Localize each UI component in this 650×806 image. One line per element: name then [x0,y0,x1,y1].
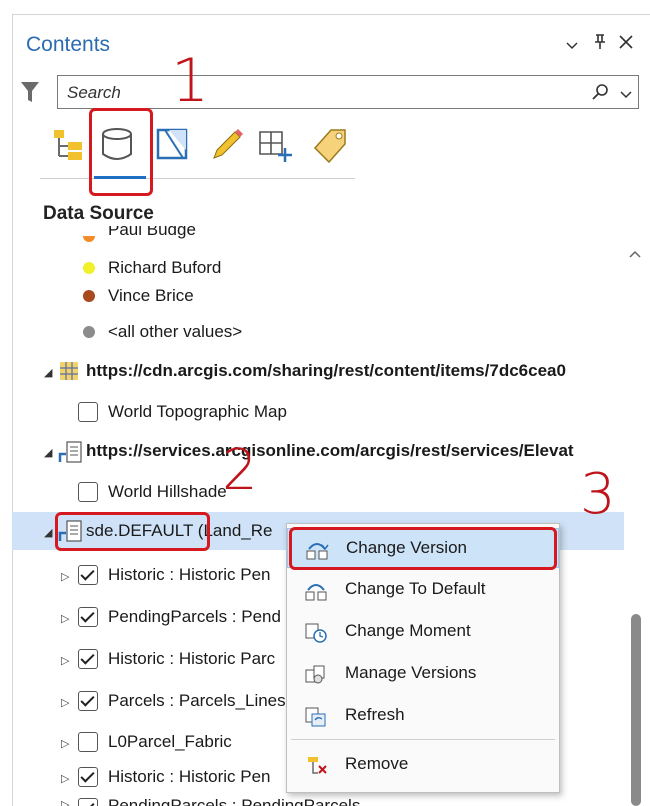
collapse-triangle-icon[interactable]: ◢ [44,446,52,459]
change-to-default-icon [304,580,328,607]
layer-label[interactable]: L0Parcel_Fabric [108,732,232,752]
scrollbar-thumb[interactable] [631,614,641,806]
layer-label[interactable]: Parcels : Parcels_Lines [108,691,286,711]
collapse-triangle-icon[interactable]: ◢ [44,526,52,539]
collapse-triangle-icon[interactable]: ◢ [44,366,52,379]
pane-left-border [12,14,13,806]
layer-label[interactable]: Historic : Historic Pen [108,767,270,787]
legend-label: Vince Brice [108,286,194,305]
expand-triangle-icon[interactable]: ▷ [61,612,69,625]
layer-label[interactable]: World Hillshade [108,482,227,502]
layer-visibility-checkbox[interactable] [78,732,98,752]
menu-item-change-moment[interactable]: Change Moment [287,612,559,652]
list-by-editing-icon[interactable] [208,124,244,169]
annotation-box-sde-default [55,512,210,551]
menu-item-refresh[interactable]: Refresh [287,696,559,736]
layer-visibility-checkbox[interactable] [78,482,98,502]
expand-triangle-icon[interactable]: ▷ [61,772,69,785]
search-icon[interactable] [592,83,610,106]
data-source-label[interactable]: https://services.arcgisonline.com/arcgis… [86,441,574,461]
scroll-up-icon[interactable] [629,246,641,262]
legend-swatch [83,326,95,338]
annotation-box-data-source-tab [89,108,153,196]
tile-service-icon [59,361,79,386]
layer-visibility-checkbox[interactable] [78,565,98,585]
layer-visibility-checkbox[interactable] [78,798,98,806]
annotation-step-2: 2 [222,438,258,503]
expand-triangle-icon[interactable]: ▷ [61,654,69,667]
partial-row-clip: ▷ PendingParcels : PendingParcels [12,797,624,806]
annotation-step-3: 3 [580,462,616,527]
layer-label[interactable]: PendingParcels : Pend [108,607,281,627]
legend-swatch [83,262,95,274]
list-by-drawing-order-icon[interactable] [52,124,88,169]
layer-visibility-checkbox[interactable] [78,607,98,627]
annotation-step-1: 1 [171,46,210,116]
remove-icon [304,755,328,782]
legend-swatch [83,236,95,242]
pane-options-chevron-icon[interactable] [566,38,578,55]
list-by-labeling-icon[interactable] [311,124,349,169]
section-title: Data Source [43,203,154,224]
legend-label-partial: Paul Budge [108,226,196,239]
layer-label[interactable]: Historic : Historic Pen [108,565,270,585]
contents-pane: Contents Data Source [0,0,650,806]
list-by-snapping-icon[interactable] [256,124,296,169]
pane-top-border [12,14,650,15]
refresh-icon [304,706,328,733]
close-icon[interactable] [618,34,634,55]
toolbar-divider [40,178,355,179]
menu-item-manage-versions[interactable]: Manage Versions [287,654,559,694]
expand-triangle-icon[interactable]: ▷ [61,737,69,750]
search-box[interactable] [57,75,639,109]
annotation-box-change-version [289,527,557,570]
layer-label[interactable]: PendingParcels : PendingParcels [108,797,360,806]
data-source-label[interactable]: https://cdn.arcgis.com/sharing/rest/cont… [86,361,566,381]
expand-triangle-icon[interactable]: ▷ [61,696,69,709]
list-by-selection-icon[interactable] [155,124,191,169]
search-input[interactable] [67,82,547,104]
menu-item-change-to-default[interactable]: Change To Default [287,570,559,610]
layer-visibility-checkbox[interactable] [78,402,98,422]
legend-swatch [83,290,95,302]
layer-visibility-checkbox[interactable] [78,767,98,787]
manage-versions-icon [304,664,328,691]
layer-visibility-checkbox[interactable] [78,691,98,711]
filter-icon[interactable] [20,80,40,109]
expand-triangle-icon[interactable]: ▷ [61,570,69,583]
map-service-icon [58,440,84,469]
layer-visibility-checkbox[interactable] [78,649,98,669]
layer-label[interactable]: World Topographic Map [108,402,287,422]
change-moment-icon [304,622,328,649]
pane-title: Contents [26,33,111,56]
menu-separator [291,739,555,740]
layer-label[interactable]: Historic : Historic Parc [108,649,275,669]
search-options-chevron-icon[interactable] [620,87,632,105]
legend-label: <all other values> [108,322,243,341]
legend-label: Richard Buford [108,258,222,277]
expand-triangle-icon[interactable]: ▷ [61,798,69,806]
menu-item-remove[interactable]: Remove [287,745,559,785]
pin-icon[interactable] [593,34,607,55]
